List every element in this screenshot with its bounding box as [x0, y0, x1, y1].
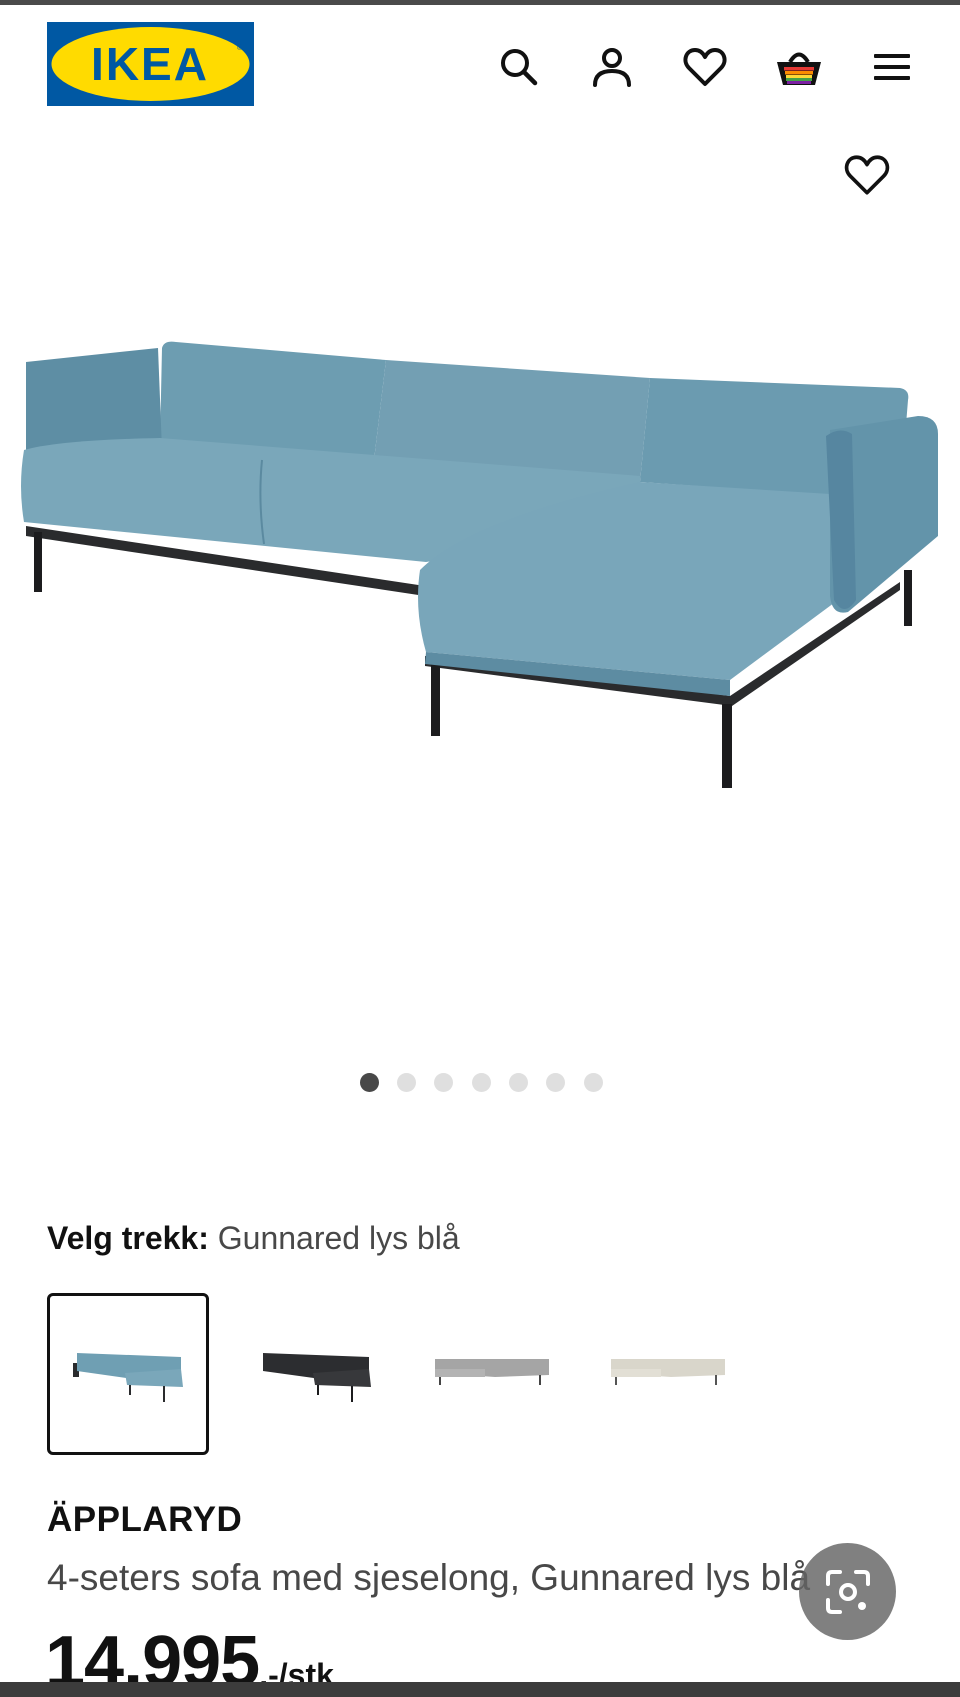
carousel-dot-6[interactable] [546, 1073, 565, 1092]
swatch-dark-grey[interactable] [235, 1293, 397, 1455]
carousel-dot-7[interactable] [584, 1073, 603, 1092]
heart-outline-icon[interactable] [843, 152, 895, 204]
svg-text:®: ® [237, 43, 243, 52]
swatch-thumbnail [435, 1359, 549, 1385]
variant-swatches [47, 1293, 747, 1455]
product-image[interactable] [0, 300, 960, 820]
swatch-grey[interactable] [409, 1293, 571, 1455]
shopping-bag-icon[interactable] [775, 43, 823, 91]
sofa-image [21, 341, 938, 788]
swatch-thumbnail [73, 1353, 183, 1402]
navigation-bar-strip [0, 1682, 960, 1697]
carousel-dot-3[interactable] [434, 1073, 453, 1092]
variant-label-key: Velg trekk: [47, 1220, 209, 1256]
ikea-logo[interactable]: IKEA ® [47, 22, 254, 106]
swatch-light-blue[interactable] [47, 1293, 209, 1455]
search-icon[interactable] [495, 43, 543, 91]
carousel-dot-1[interactable] [360, 1073, 379, 1092]
swatch-beige[interactable] [585, 1293, 747, 1455]
google-lens-icon[interactable] [799, 1543, 896, 1640]
carousel-dot-4[interactable] [472, 1073, 491, 1092]
ikea-logo-mark: IKEA ® [47, 22, 254, 106]
product-name: ÄPPLARYD [47, 1500, 243, 1539]
product-description: 4-seters sofa med sjeselong, Gunnared ly… [47, 1557, 811, 1598]
account-icon[interactable] [588, 43, 636, 91]
menu-icon[interactable] [868, 43, 916, 91]
carousel-dot-2[interactable] [397, 1073, 416, 1092]
svg-text:IKEA: IKEA [91, 38, 209, 90]
wishlist-icon[interactable] [681, 43, 729, 91]
site-header: IKEA ® [0, 5, 960, 125]
swatch-thumbnail [263, 1353, 371, 1402]
swatch-thumbnail [611, 1359, 725, 1385]
carousel-dot-5[interactable] [509, 1073, 528, 1092]
variant-selected-value: Gunnared lys blå [217, 1220, 460, 1256]
carousel-indicators [0, 1073, 960, 1093]
variant-label: Velg trekk: Gunnared lys blå [47, 1218, 460, 1258]
